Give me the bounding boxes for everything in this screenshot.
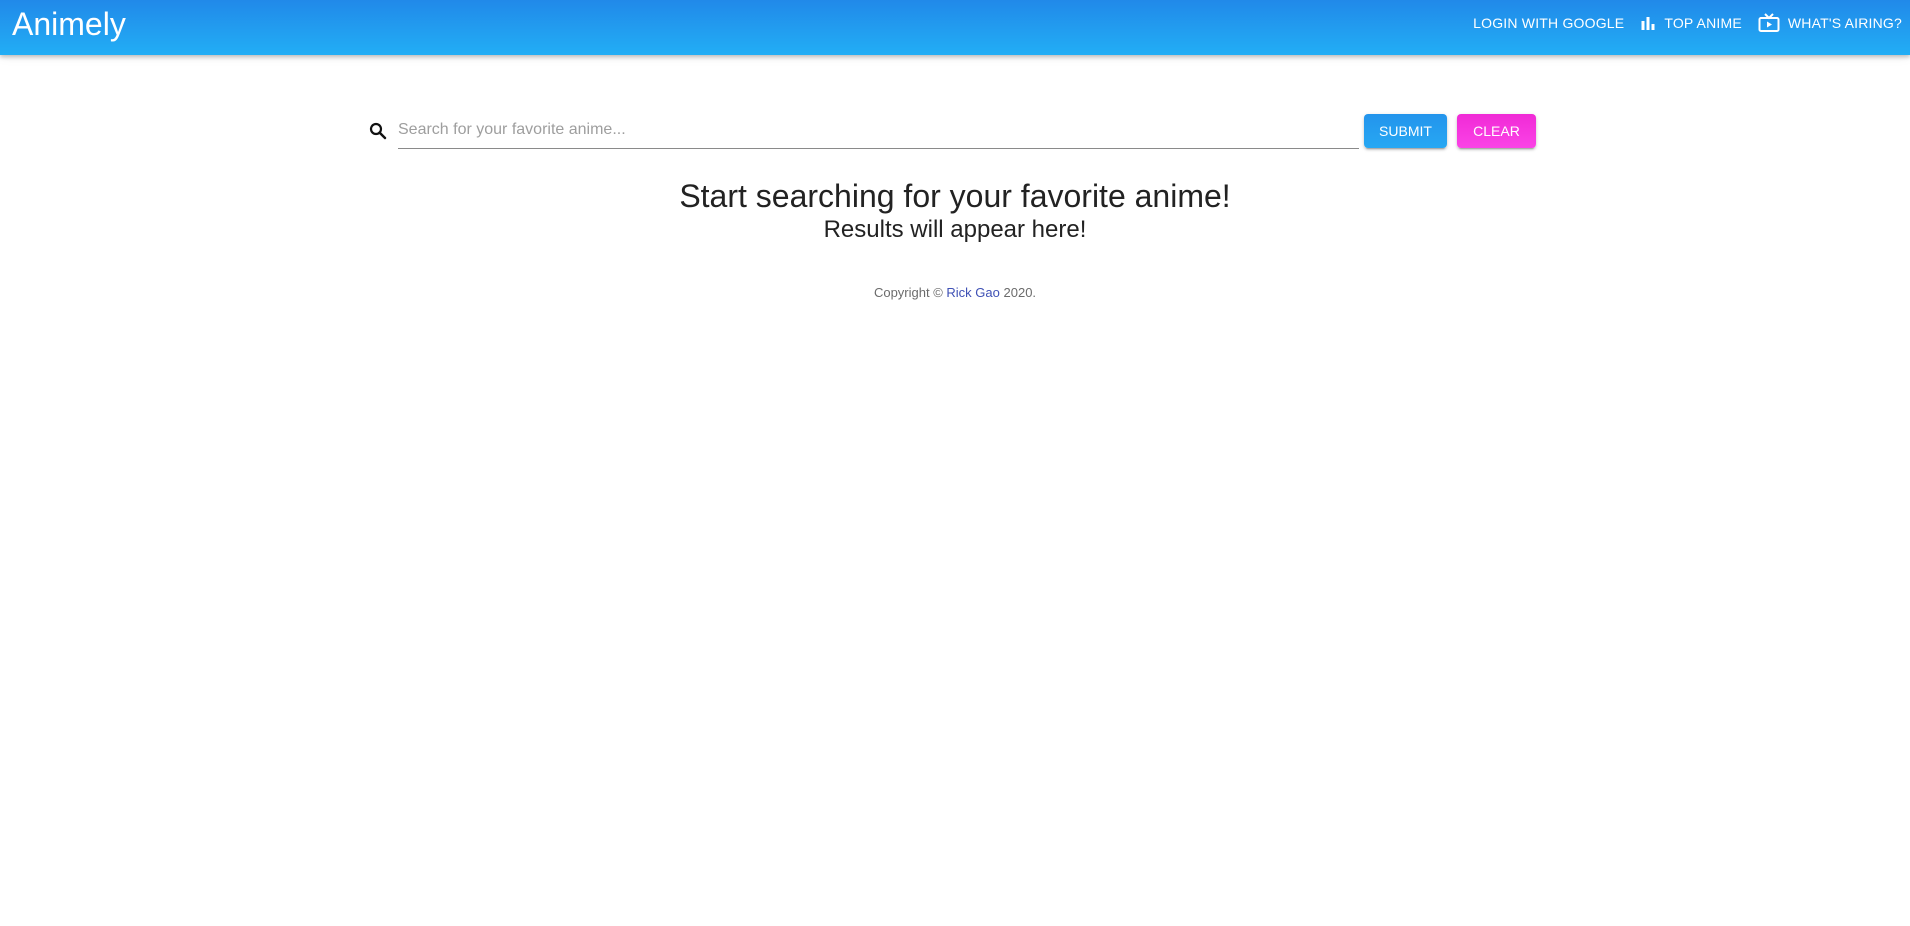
empty-state-subline: Results will appear here!	[823, 216, 1087, 243]
app-bar: Animely LOGIN WITH GOOGLE TOP ANIME WHAT…	[0, 0, 1910, 55]
copyright-prefix: Copyright ©	[873, 285, 943, 300]
tv-icon	[1758, 13, 1780, 33]
bar-chart-icon	[1640, 15, 1656, 31]
app-title[interactable]: Animely	[12, 6, 126, 42]
clear-button[interactable]: CLEAR	[1457, 114, 1536, 148]
empty-state-headline: Start searching for your favorite anime!	[679, 178, 1231, 214]
login-with-google-button[interactable]: LOGIN WITH GOOGLE	[1465, 0, 1632, 46]
search-input[interactable]	[398, 112, 1359, 149]
search-icon	[368, 121, 388, 141]
search-bar: SUBMIT CLEAR	[368, 112, 1536, 152]
top-anime-button[interactable]: TOP ANIME	[1632, 0, 1750, 46]
login-with-google-label: LOGIN WITH GOOGLE	[1473, 15, 1625, 31]
footer: Copyright © Rick Gao 2020.	[0, 285, 1910, 300]
top-anime-label: TOP ANIME	[1664, 15, 1742, 31]
top-nav: LOGIN WITH GOOGLE TOP ANIME WHAT'S AIRIN…	[1465, 0, 1910, 46]
copyright-year: 2020.	[1003, 285, 1037, 300]
whats-airing-label: WHAT'S AIRING?	[1787, 15, 1902, 31]
empty-state: Start searching for your favorite anime!…	[0, 177, 1910, 245]
author-link[interactable]: Rick Gao	[946, 285, 999, 300]
whats-airing-button[interactable]: WHAT'S AIRING?	[1750, 0, 1910, 46]
submit-button[interactable]: SUBMIT	[1364, 114, 1447, 148]
